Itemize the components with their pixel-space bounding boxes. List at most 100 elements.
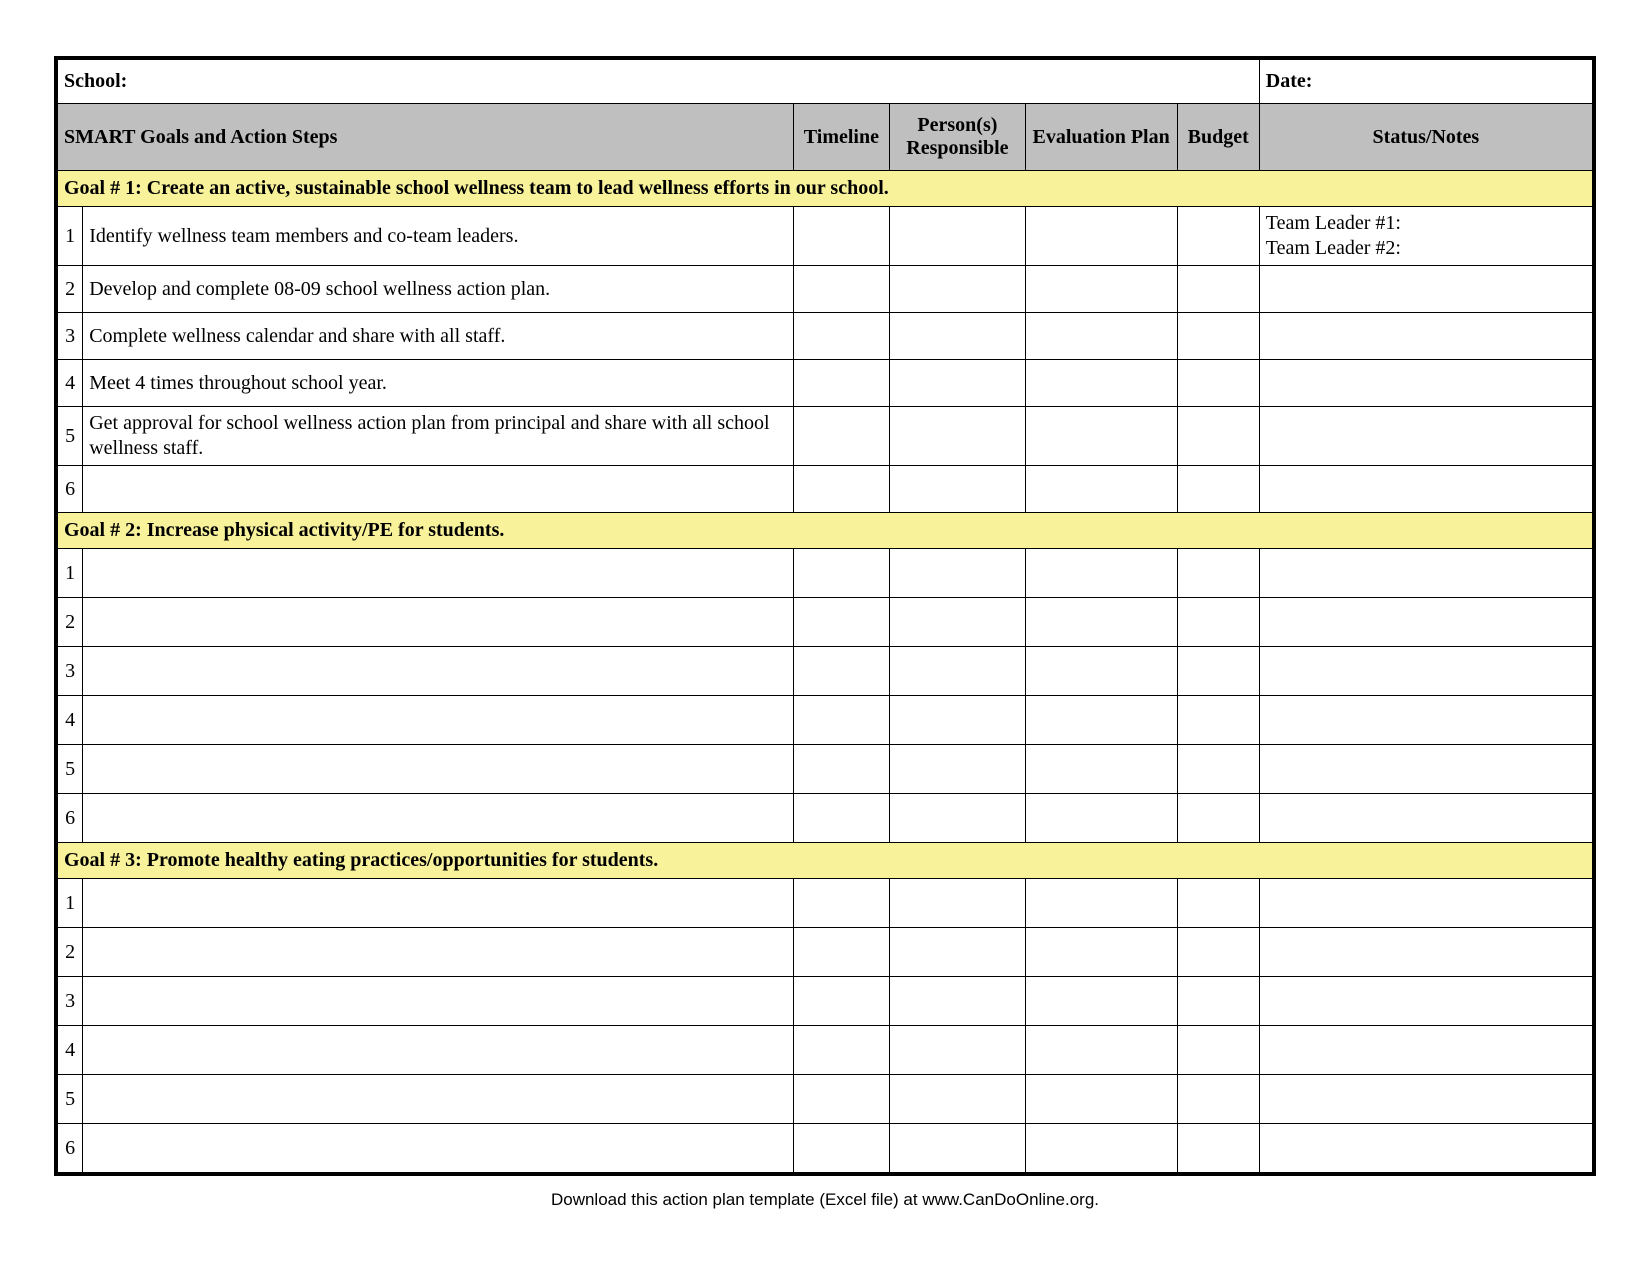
row-number: 2 [56,266,83,313]
persons-cell [890,549,1026,598]
goal-1-title: Goal # 1: Create an active, sustainable … [56,171,1594,207]
row-number: 5 [56,407,83,466]
eval-cell [1025,207,1177,266]
notes-cell [1259,1124,1594,1175]
notes-cell: Team Leader #1:Team Leader #2: [1259,207,1594,266]
timeline-cell [793,928,890,977]
budget-cell [1177,266,1259,313]
step-cell [83,1124,793,1175]
timeline-cell [793,745,890,794]
notes-cell [1259,598,1594,647]
col-persons: Person(s) Responsible [890,104,1026,171]
persons-cell [890,794,1026,843]
step-cell [83,977,793,1026]
step-cell [83,549,793,598]
goal-2-title: Goal # 2: Increase physical activity/PE … [56,513,1594,549]
table-row: 2 [56,598,1594,647]
persons-cell [890,313,1026,360]
table-row: 3 Complete wellness calendar and share w… [56,313,1594,360]
step-cell [83,794,793,843]
timeline-cell [793,977,890,1026]
timeline-cell [793,407,890,466]
row-number: 3 [56,977,83,1026]
step-cell [83,696,793,745]
table-row: 1 [56,549,1594,598]
footer-note: Download this action plan template (Exce… [54,1190,1596,1210]
budget-cell [1177,407,1259,466]
persons-cell [890,466,1026,513]
eval-cell [1025,977,1177,1026]
persons-cell [890,1075,1026,1124]
persons-cell [890,879,1026,928]
eval-cell [1025,360,1177,407]
budget-cell [1177,313,1259,360]
timeline-cell [793,696,890,745]
persons-cell [890,598,1026,647]
step-cell [83,1075,793,1124]
eval-cell [1025,313,1177,360]
col-budget: Budget [1177,104,1259,171]
eval-cell [1025,928,1177,977]
notes-cell [1259,879,1594,928]
timeline-cell [793,647,890,696]
info-row: School: Date: [56,58,1594,104]
step-cell: Complete wellness calendar and share wit… [83,313,793,360]
persons-cell [890,696,1026,745]
table-row: 1 [56,879,1594,928]
row-number: 1 [56,879,83,928]
notes-cell [1259,1026,1594,1075]
persons-cell [890,1026,1026,1075]
budget-cell [1177,207,1259,266]
budget-cell [1177,696,1259,745]
budget-cell [1177,879,1259,928]
timeline-cell [793,313,890,360]
persons-cell [890,360,1026,407]
table-row: 4 [56,1026,1594,1075]
row-number: 4 [56,1026,83,1075]
budget-cell [1177,977,1259,1026]
notes-cell [1259,647,1594,696]
step-cell: Identify wellness team members and co-te… [83,207,793,266]
budget-cell [1177,647,1259,696]
header-row: SMART Goals and Action Steps Timeline Pe… [56,104,1594,171]
step-cell: Get approval for school wellness action … [83,407,793,466]
col-eval: Evaluation Plan [1025,104,1177,171]
budget-cell [1177,598,1259,647]
timeline-cell [793,466,890,513]
notes-cell [1259,313,1594,360]
table-row: 4 [56,696,1594,745]
timeline-cell [793,598,890,647]
eval-cell [1025,696,1177,745]
table-row: 4 Meet 4 times throughout school year. [56,360,1594,407]
persons-cell [890,745,1026,794]
date-label: Date: [1259,58,1594,104]
table-row: 6 [56,466,1594,513]
budget-cell [1177,745,1259,794]
row-number: 2 [56,928,83,977]
budget-cell [1177,1124,1259,1175]
budget-cell [1177,1026,1259,1075]
row-number: 6 [56,466,83,513]
eval-cell [1025,794,1177,843]
notes-cell [1259,360,1594,407]
timeline-cell [793,1124,890,1175]
step-cell [83,879,793,928]
eval-cell [1025,647,1177,696]
table-row: 3 [56,977,1594,1026]
table-row: 5 Get approval for school wellness actio… [56,407,1594,466]
notes-cell [1259,696,1594,745]
notes-cell [1259,745,1594,794]
notes-cell [1259,1075,1594,1124]
notes-cell [1259,266,1594,313]
col-status: Status/Notes [1259,104,1594,171]
eval-cell [1025,549,1177,598]
eval-cell [1025,407,1177,466]
table-row: 3 [56,647,1594,696]
budget-cell [1177,928,1259,977]
notes-cell [1259,549,1594,598]
timeline-cell [793,794,890,843]
goal-2-title-row: Goal # 2: Increase physical activity/PE … [56,513,1594,549]
goal-1-title-row: Goal # 1: Create an active, sustainable … [56,171,1594,207]
table-row: 1 Identify wellness team members and co-… [56,207,1594,266]
page: School: Date: SMART Goals and Action Ste… [0,0,1650,1275]
